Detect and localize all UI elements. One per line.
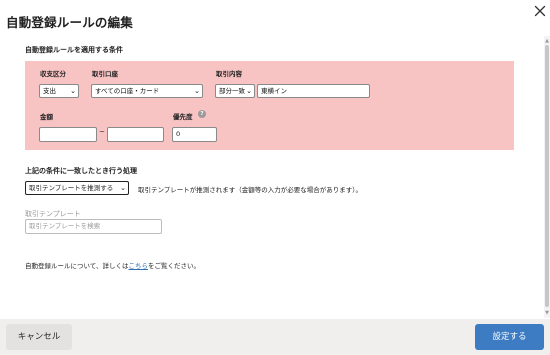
template-label: 取引テンプレート bbox=[25, 210, 81, 218]
priority-label: 優先度 bbox=[173, 113, 193, 121]
help-icon[interactable]: ? bbox=[198, 110, 206, 118]
cancel-button[interactable]: キャンセル bbox=[6, 324, 72, 350]
scrollbar[interactable]: ▲ ▼ bbox=[544, 36, 550, 318]
account-label: 取引口座 bbox=[92, 70, 118, 78]
dialog-footer bbox=[0, 319, 550, 355]
info-suffix: をご覧ください。 bbox=[147, 262, 200, 270]
amount-label: 金額 bbox=[40, 113, 53, 121]
action-description: 取引テンプレートが推測されます（金額等の入力が必要な場合があります）。 bbox=[138, 186, 363, 194]
description-input[interactable]: 東横イン bbox=[257, 84, 370, 98]
scroll-up-icon[interactable]: ▲ bbox=[544, 38, 550, 44]
match-type-select[interactable]: 部分一致 ⌄ bbox=[215, 84, 255, 98]
description-label: 取引内容 bbox=[216, 70, 242, 78]
priority-input[interactable]: 0 bbox=[172, 127, 217, 142]
account-select[interactable]: すべての口座・カード ⌄ bbox=[91, 84, 203, 98]
scroll-down-icon[interactable]: ▼ bbox=[544, 310, 550, 316]
conditions-heading: 自動登録ルールを適用する条件 bbox=[25, 46, 123, 54]
scrollbar-thumb[interactable] bbox=[545, 45, 549, 307]
action-select-value: 取引テンプレートを推測する bbox=[29, 184, 114, 192]
amount-max-input[interactable] bbox=[107, 127, 164, 142]
info-prefix: 自動登録ルールについて、詳しくは bbox=[25, 262, 129, 270]
chevron-down-icon: ⌄ bbox=[246, 87, 252, 95]
submit-button[interactable]: 設定する bbox=[475, 324, 544, 350]
template-search-input[interactable]: 取引テンプレートを検索 bbox=[25, 219, 162, 234]
action-heading: 上記の条件に一致したとき行う処理 bbox=[25, 167, 137, 175]
close-icon[interactable] bbox=[533, 4, 547, 18]
chevron-down-icon: ⌄ bbox=[120, 184, 126, 192]
chevron-down-icon: ⌄ bbox=[70, 87, 76, 95]
info-link[interactable]: こちら bbox=[128, 262, 148, 270]
income-expense-label: 収支区分 bbox=[40, 70, 66, 78]
match-type-value: 部分一致 bbox=[219, 87, 245, 95]
chevron-down-icon: ⌄ bbox=[194, 87, 200, 95]
info-text: 自動登録ルールについて、詳しくはこちらをご覧ください。 bbox=[25, 260, 200, 270]
account-value: すべての口座・カード bbox=[95, 87, 160, 95]
amount-min-input[interactable] bbox=[39, 127, 97, 142]
action-select[interactable]: 取引テンプレートを推測する ⌄ bbox=[25, 181, 129, 195]
dialog-title: 自動登録ルールの編集 bbox=[6, 15, 134, 30]
income-expense-select[interactable]: 支出 ⌄ bbox=[39, 84, 79, 98]
amount-separator: ~ bbox=[99, 128, 105, 136]
income-expense-value: 支出 bbox=[43, 87, 56, 95]
